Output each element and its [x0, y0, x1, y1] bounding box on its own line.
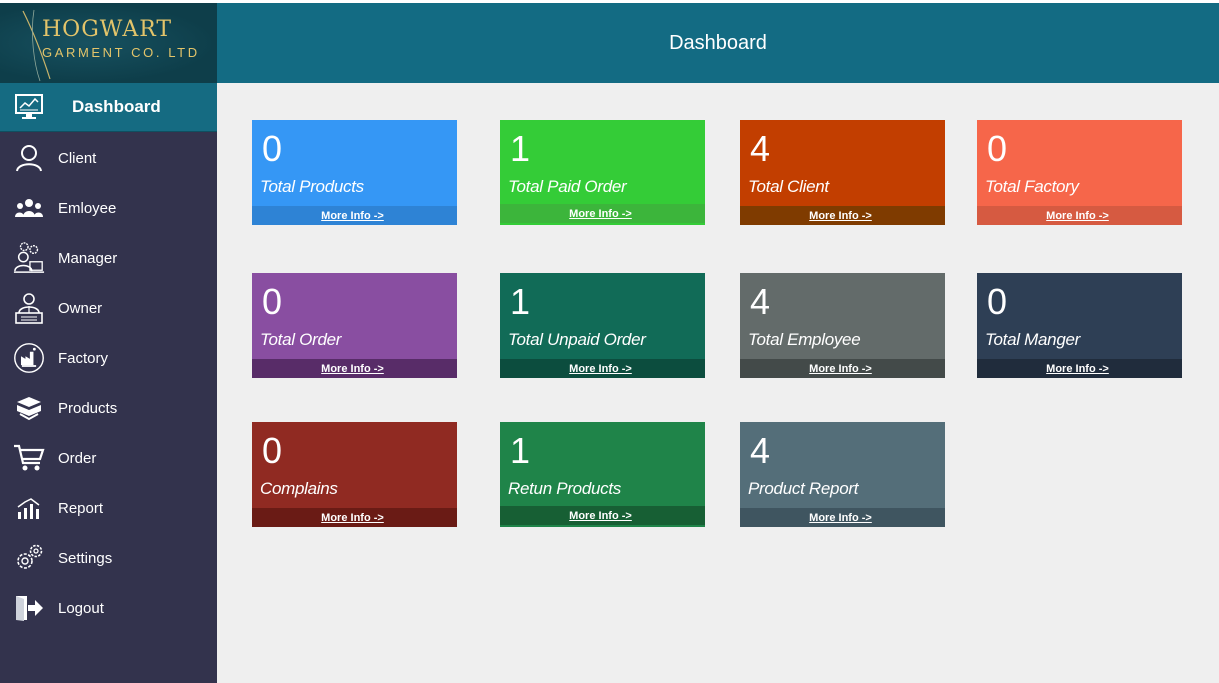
stat-label: Total Products — [260, 177, 364, 196]
stat-value: 4 — [750, 430, 771, 471]
stat-card-total-unpaid-order: 1 Total Unpaid Order More Info -> — [500, 273, 705, 378]
more-info-link[interactable]: More Info -> — [252, 206, 457, 225]
sidebar-item-label: Settings — [58, 549, 113, 567]
stat-card-total-products: 0 Total Products More Info -> — [252, 120, 457, 225]
gear-icon — [13, 542, 45, 574]
stat-label: Product Report — [748, 479, 859, 498]
stat-value: 4 — [750, 281, 771, 322]
sidebar-item-owner[interactable]: Owner — [0, 283, 217, 333]
dashboard-content: 0 Total Products More Info -> 1 Total Pa… — [217, 83, 1219, 683]
stat-label: Total Paid Order — [508, 177, 627, 196]
more-info-link[interactable]: More Info -> — [252, 359, 457, 378]
sidebar-item-label: Client — [58, 149, 97, 167]
stat-card-total-paid-order: 1 Total Paid Order More Info -> — [500, 120, 705, 225]
sidebar-item-label: Order — [58, 449, 97, 467]
stat-value: 0 — [262, 281, 283, 322]
report-chart-icon — [13, 492, 45, 524]
stat-card-total-client: 4 Total Client More Info -> — [740, 120, 945, 225]
sidebar-item-logout[interactable]: Logout — [0, 583, 217, 633]
sidebar-item-label: Owner — [58, 299, 103, 317]
stat-value: 0 — [262, 430, 283, 471]
stat-label: Retun Products — [508, 479, 621, 498]
more-info-link[interactable]: More Info -> — [500, 204, 705, 223]
cart-icon — [13, 442, 45, 474]
more-info-link[interactable]: More Info -> — [740, 508, 945, 527]
stat-value: 0 — [262, 128, 283, 169]
stat-label: Total Employee — [748, 330, 861, 349]
more-info-link[interactable]: More Info -> — [740, 206, 945, 225]
stat-label: Total Client — [748, 177, 829, 196]
stat-label: Total Unpaid Order — [508, 330, 646, 349]
sidebar-item-report[interactable]: Report — [0, 483, 217, 533]
sidebar-item-products[interactable]: Products — [0, 383, 217, 433]
group-icon — [13, 192, 45, 224]
stat-value: 0 — [987, 281, 1008, 322]
manager-gear-icon — [13, 242, 45, 274]
stat-card-product-report: 4 Product Report More Info -> — [740, 422, 945, 527]
sidebar-item-manager[interactable]: Manager — [0, 233, 217, 283]
stat-label: Total Manger — [985, 330, 1080, 349]
more-info-link[interactable]: More Info -> — [252, 508, 457, 527]
more-info-link[interactable]: More Info -> — [740, 359, 945, 378]
dashboard-monitor-icon — [13, 91, 45, 123]
brand-name: HOGWART — [42, 17, 173, 42]
logout-icon — [13, 592, 45, 624]
page-header: Dashboard — [217, 3, 1219, 83]
page-title: Dashboard — [669, 31, 767, 54]
stat-card-total-manager: 0 Total Manger More Info -> — [977, 273, 1182, 378]
more-info-link[interactable]: More Info -> — [977, 206, 1182, 225]
more-info-link[interactable]: More Info -> — [500, 506, 705, 525]
stat-value: 0 — [987, 128, 1008, 169]
owner-desk-icon — [13, 292, 45, 324]
box-icon — [13, 392, 45, 424]
stat-card-total-factory: 0 Total Factory More Info -> — [977, 120, 1182, 225]
brand-logo[interactable]: HOGWART GARMENT CO. LTD — [0, 3, 217, 83]
stat-card-return-products: 1 Retun Products More Info -> — [500, 422, 705, 527]
brand-subtitle: GARMENT CO. LTD — [42, 45, 200, 60]
sidebar-item-employee[interactable]: Emloyee — [0, 183, 217, 233]
sidebar-item-label: Emloyee — [58, 199, 117, 217]
sidebar-item-client[interactable]: Client — [0, 133, 217, 183]
stat-card-total-employee: 4 Total Employee More Info -> — [740, 273, 945, 378]
sidebar-item-order[interactable]: Order — [0, 433, 217, 483]
sidebar-item-factory[interactable]: Factory — [0, 333, 217, 383]
factory-icon — [13, 342, 45, 374]
stat-value: 4 — [750, 128, 771, 169]
sidebar-item-label: Manager — [58, 249, 118, 267]
stat-value: 1 — [510, 430, 531, 471]
stat-label: Total Order — [260, 330, 342, 349]
stat-value: 1 — [510, 128, 531, 169]
sidebar-item-dashboard[interactable]: Dashboard — [0, 83, 217, 132]
stat-label: Total Factory — [985, 177, 1079, 196]
sidebar-item-label: Products — [58, 399, 118, 417]
more-info-link[interactable]: More Info -> — [977, 359, 1182, 378]
more-info-link[interactable]: More Info -> — [500, 359, 705, 378]
stat-card-total-order: 0 Total Order More Info -> — [252, 273, 457, 378]
stat-card-complains: 0 Complains More Info -> — [252, 422, 457, 527]
sidebar: HOGWART GARMENT CO. LTD Dashboard Client — [0, 3, 217, 683]
sidebar-item-settings[interactable]: Settings — [0, 533, 217, 583]
stat-value: 1 — [510, 281, 531, 322]
sidebar-item-label: Logout — [58, 599, 104, 617]
sidebar-item-label: Report — [58, 499, 104, 517]
sidebar-item-label: Factory — [58, 349, 109, 367]
stat-label: Complains — [260, 479, 338, 498]
sidebar-item-label: Dashboard — [72, 97, 161, 116]
user-icon — [13, 142, 45, 174]
